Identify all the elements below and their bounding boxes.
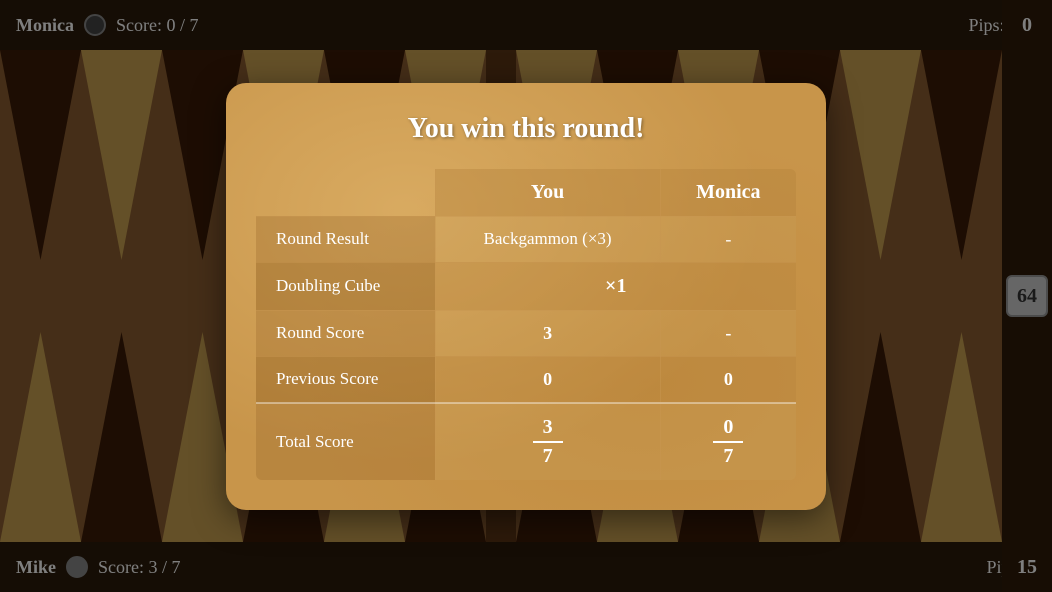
total-score-label: Total Score [255, 403, 435, 481]
header-empty [255, 168, 435, 217]
header-monica: Monica [660, 168, 797, 217]
previous-score-row: Previous Score 0 0 [255, 356, 797, 403]
table-header-row: You Monica [255, 168, 797, 217]
round-result-row: Round Result Backgammon (×3) - [255, 216, 797, 262]
header-you: You [435, 168, 660, 217]
total-monica-fraction: 0 7 [677, 416, 780, 468]
round-score-monica: - [660, 310, 797, 356]
round-score-row: Round Score 3 - [255, 310, 797, 356]
previous-score-monica: 0 [660, 356, 797, 403]
total-monica-numerator: 0 [713, 416, 743, 443]
total-you-fraction: 3 7 [452, 416, 644, 468]
round-score-you: 3 [435, 310, 660, 356]
modal-title: You win this round! [254, 113, 798, 145]
round-result-you: Backgammon (×3) [435, 216, 660, 262]
total-you-numerator: 3 [533, 416, 563, 443]
score-table: You Monica Round Result Backgammon (×3) … [254, 167, 798, 482]
total-score-monica: 0 7 [660, 403, 797, 481]
total-score-you: 3 7 [435, 403, 660, 481]
score-modal: You win this round! You Monica Round Res… [226, 83, 826, 510]
total-monica-denominator: 7 [723, 443, 733, 468]
round-result-monica: - [660, 216, 797, 262]
doubling-cube-label: Doubling Cube [255, 262, 435, 310]
round-result-label: Round Result [255, 216, 435, 262]
doubling-cube-value: ×1 [435, 262, 797, 310]
modal-overlay: You win this round! You Monica Round Res… [0, 0, 1052, 592]
total-you-denominator: 7 [543, 443, 553, 468]
round-score-label: Round Score [255, 310, 435, 356]
previous-score-you: 0 [435, 356, 660, 403]
previous-score-label: Previous Score [255, 356, 435, 403]
doubling-cube-row: Doubling Cube ×1 [255, 262, 797, 310]
total-score-row: Total Score 3 7 0 7 [255, 403, 797, 481]
